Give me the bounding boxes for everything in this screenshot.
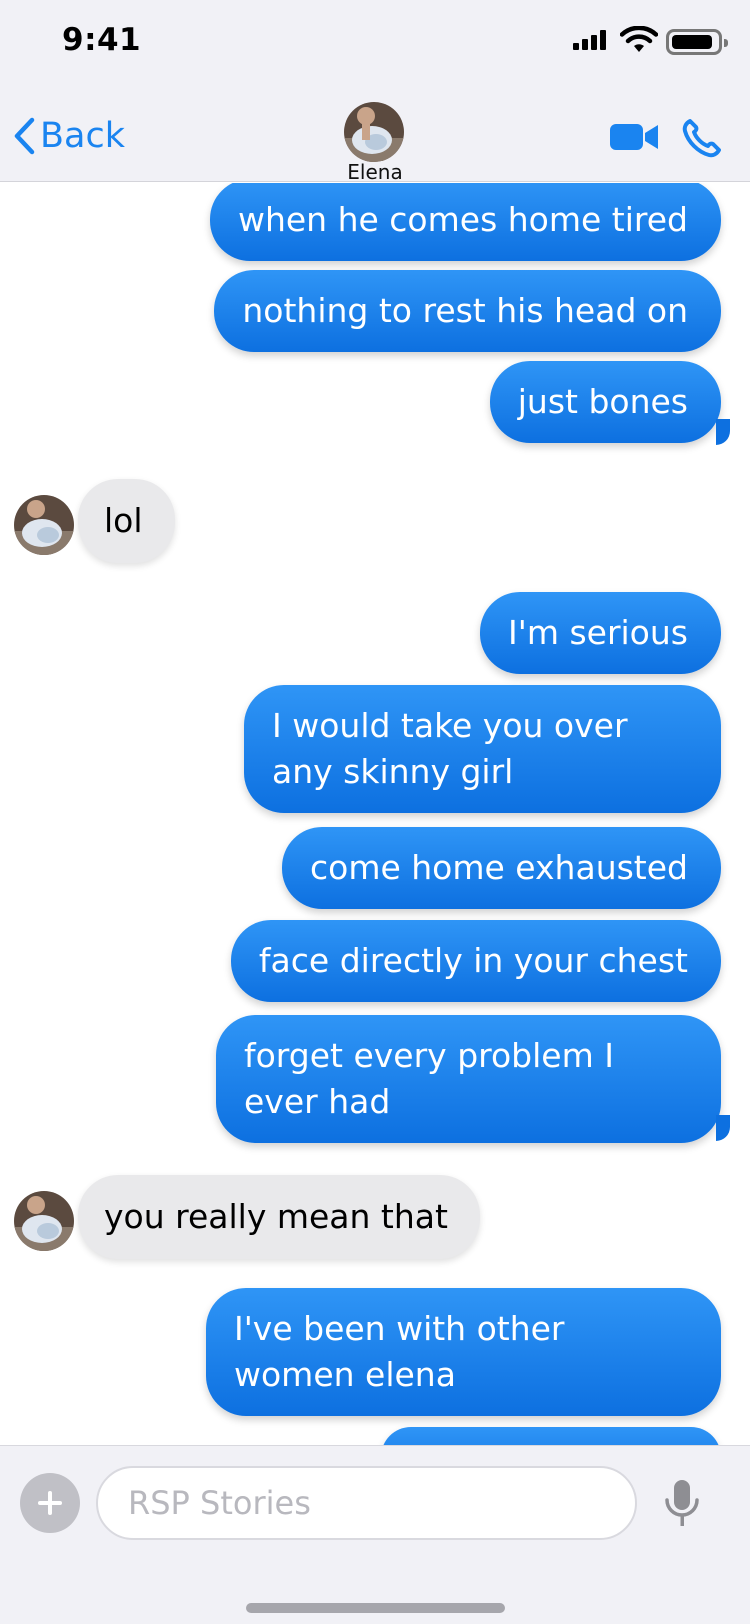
outgoing-message[interactable]: forget every problem I ever had [216,1015,721,1143]
message-input-field[interactable] [96,1466,637,1540]
outgoing-message[interactable]: I've been with other women elena [206,1288,721,1416]
outgoing-message[interactable]: when he comes home tired [209,183,721,261]
contact-avatar-small[interactable] [14,1191,74,1251]
contact-avatar[interactable] [344,102,404,162]
outgoing-message[interactable]: I would take you over any skinny girl [244,685,721,813]
status-time: 9:41 [62,22,142,58]
plus-icon[interactable] [20,1473,80,1533]
bubble-tail [716,1115,730,1141]
back-label: Back [40,116,125,156]
message-thread[interactable]: when he comes home tired nothing to rest… [0,183,750,1445]
bubble-tail [716,419,730,445]
composer-bar [0,1445,750,1624]
contact-avatar-small[interactable] [14,495,74,555]
message-input[interactable] [128,1480,598,1526]
video-camera-icon[interactable] [610,122,660,152]
outgoing-message[interactable]: I'm serious [480,592,721,674]
signal-strength-icon [573,30,609,50]
status-bar: 9:41 [0,0,750,92]
incoming-message[interactable]: lol [78,479,175,563]
battery-icon [666,29,728,55]
outgoing-message[interactable]: nothing to rest his head on [214,270,721,352]
home-indicator [246,1603,505,1613]
outgoing-message-partial[interactable] [381,1427,721,1445]
microphone-icon[interactable] [662,1478,702,1530]
phone-icon[interactable] [682,118,722,158]
outgoing-message[interactable]: just bones [489,361,721,443]
outgoing-message[interactable]: face directly in your chest [230,920,721,1002]
back-button[interactable]: Back [12,114,125,158]
chat-header: Back Elena [0,92,750,184]
incoming-message[interactable]: you really mean that [78,1175,480,1259]
outgoing-message[interactable]: come home exhausted [281,827,721,909]
contact-name[interactable]: Elena [0,160,750,184]
wifi-icon [620,26,658,52]
chevron-left-icon [14,117,35,155]
